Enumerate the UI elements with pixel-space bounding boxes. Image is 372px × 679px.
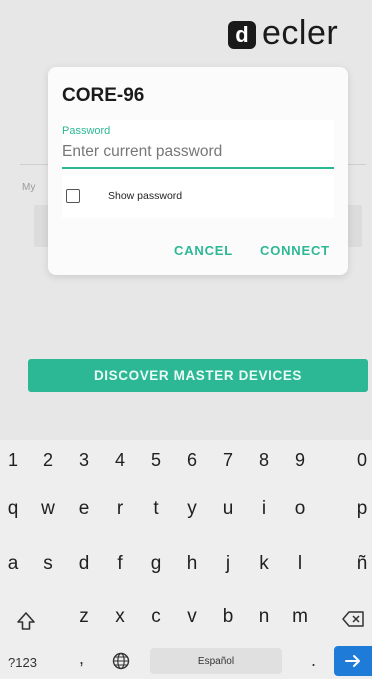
key[interactable]: ñ <box>349 553 372 575</box>
key[interactable]: n <box>251 606 277 628</box>
key[interactable]: 7 <box>215 450 241 471</box>
cancel-button[interactable]: CANCEL <box>174 243 233 258</box>
key[interactable]: t <box>143 498 169 520</box>
key[interactable]: 0 <box>349 450 372 471</box>
password-label: Password <box>62 125 111 137</box>
key[interactable]: d <box>71 553 97 575</box>
key[interactable]: k <box>251 553 277 575</box>
key[interactable]: w <box>35 498 61 520</box>
key[interactable]: e <box>71 498 97 520</box>
key[interactable]: a <box>0 553 26 575</box>
key[interactable]: q <box>0 498 26 520</box>
key[interactable]: u <box>215 498 241 520</box>
show-password-checkbox[interactable] <box>66 189 80 203</box>
connect-button[interactable]: CONNECT <box>260 243 330 258</box>
key[interactable]: z <box>71 606 97 628</box>
key[interactable]: 6 <box>179 450 205 471</box>
enter-key[interactable] <box>334 646 372 676</box>
shift-icon[interactable] <box>16 611 36 631</box>
key[interactable]: c <box>143 606 169 628</box>
key[interactable]: y <box>179 498 205 520</box>
key[interactable]: h <box>179 553 205 575</box>
password-dialog: CORE-96 Password Show password CANCEL CO… <box>48 67 348 275</box>
symbols-key[interactable]: ?123 <box>8 655 37 670</box>
key[interactable]: v <box>179 606 205 628</box>
logo-text: ecler <box>262 14 339 52</box>
key[interactable]: 2 <box>35 450 61 471</box>
show-password-label: Show password <box>108 190 183 202</box>
key[interactable]: s <box>35 553 61 575</box>
key[interactable]: m <box>287 606 313 628</box>
key[interactable]: 8 <box>251 450 277 471</box>
key[interactable]: i <box>251 498 277 520</box>
password-field[interactable]: Password <box>62 120 334 170</box>
show-password-row[interactable]: Show password <box>62 174 334 218</box>
key[interactable]: l <box>287 553 313 575</box>
enter-arrow-icon <box>345 655 360 667</box>
key[interactable]: j <box>215 553 241 575</box>
dialog-title: CORE-96 <box>62 85 145 106</box>
key[interactable]: r <box>107 498 133 520</box>
discover-master-devices-button[interactable]: DISCOVER MASTER DEVICES <box>28 359 368 392</box>
globe-icon[interactable] <box>112 652 130 670</box>
field-label: My <box>22 182 36 193</box>
comma-key[interactable]: , <box>79 648 84 669</box>
password-underline <box>62 167 334 169</box>
space-key[interactable]: Español <box>150 648 282 674</box>
key[interactable]: 9 <box>287 450 313 471</box>
key[interactable]: x <box>107 606 133 628</box>
period-key[interactable]: . <box>311 650 316 671</box>
key[interactable]: g <box>143 553 169 575</box>
key[interactable]: b <box>215 606 241 628</box>
logo-mark: d <box>228 21 256 49</box>
ecler-logo: d ecler <box>228 14 339 52</box>
key[interactable]: 4 <box>107 450 133 471</box>
key[interactable]: f <box>107 553 133 575</box>
key[interactable]: 5 <box>143 450 169 471</box>
key[interactable]: 1 <box>0 450 26 471</box>
backspace-icon[interactable] <box>342 611 364 627</box>
key[interactable]: p <box>349 498 372 520</box>
password-input[interactable] <box>62 140 334 164</box>
key[interactable]: o <box>287 498 313 520</box>
key[interactable]: 3 <box>71 450 97 471</box>
